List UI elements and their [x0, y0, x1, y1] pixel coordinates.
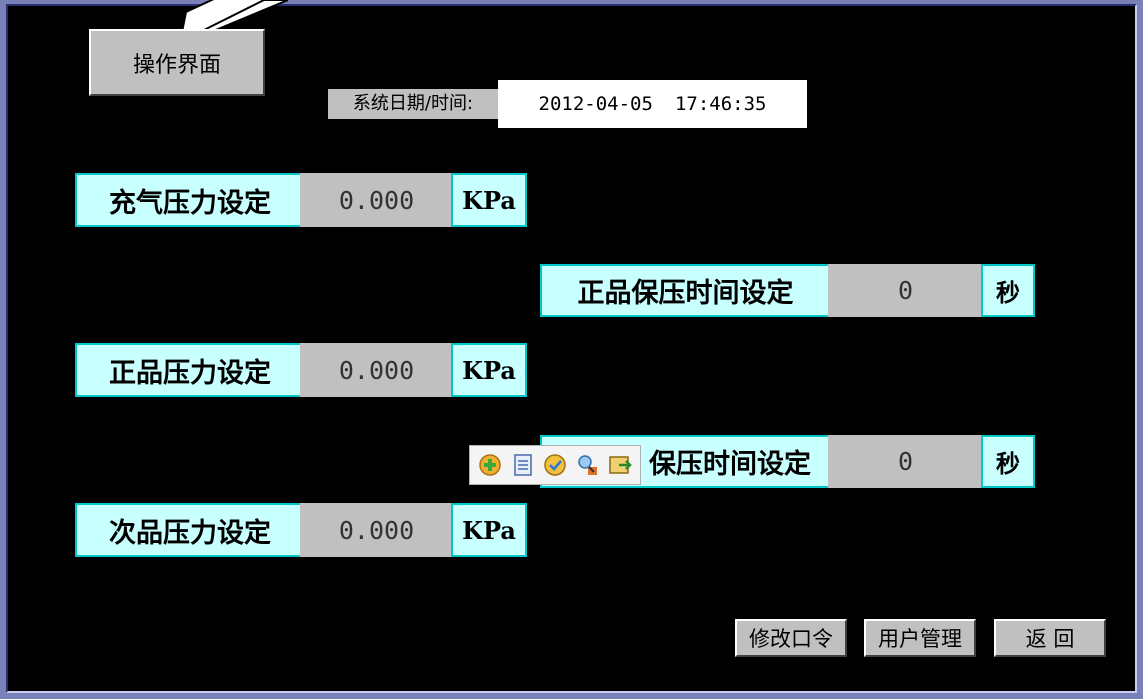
reject-pressure-label: 次品压力设定: [75, 503, 305, 557]
good-pressure-unit: KPa: [451, 343, 527, 397]
reject-hold-time-input[interactable]: 0: [828, 435, 983, 488]
good-hold-time-input[interactable]: 0: [828, 264, 983, 317]
export-icon[interactable]: [607, 452, 633, 478]
search-user-icon[interactable]: [574, 452, 600, 478]
operation-screen-button[interactable]: 操作界面: [89, 29, 265, 96]
datetime-display: 2012-04-05 17:46:35: [498, 80, 807, 128]
good-pressure-label: 正品压力设定: [75, 343, 305, 397]
save-icon[interactable]: [510, 452, 536, 478]
change-password-button[interactable]: 修改口令: [735, 619, 847, 657]
reject-hold-time-unit: 秒: [981, 435, 1035, 488]
datetime-label: 系统日期/时间:: [328, 89, 498, 119]
back-button[interactable]: 返 回: [994, 619, 1106, 657]
hmi-screen: 操作界面 系统日期/时间: 2012-04-05 17:46:35 充气压力设定…: [6, 0, 1137, 693]
charge-pressure-input[interactable]: 0.000: [300, 173, 453, 227]
tag-icon[interactable]: [542, 452, 568, 478]
good-hold-time-label: 正品保压时间设定: [540, 264, 831, 317]
add-icon[interactable]: [477, 452, 503, 478]
charge-pressure-label: 充气压力设定: [75, 173, 305, 227]
good-hold-time-unit: 秒: [981, 264, 1035, 317]
good-pressure-input[interactable]: 0.000: [300, 343, 453, 397]
reject-pressure-unit: KPa: [451, 503, 527, 557]
reject-pressure-input[interactable]: 0.000: [300, 503, 453, 557]
user-management-button[interactable]: 用户管理: [864, 619, 976, 657]
date-value: 2012-04-05: [538, 93, 653, 115]
floating-toolbar: [469, 445, 641, 485]
charge-pressure-unit: KPa: [451, 173, 527, 227]
time-value: 17:46:35: [674, 93, 767, 115]
